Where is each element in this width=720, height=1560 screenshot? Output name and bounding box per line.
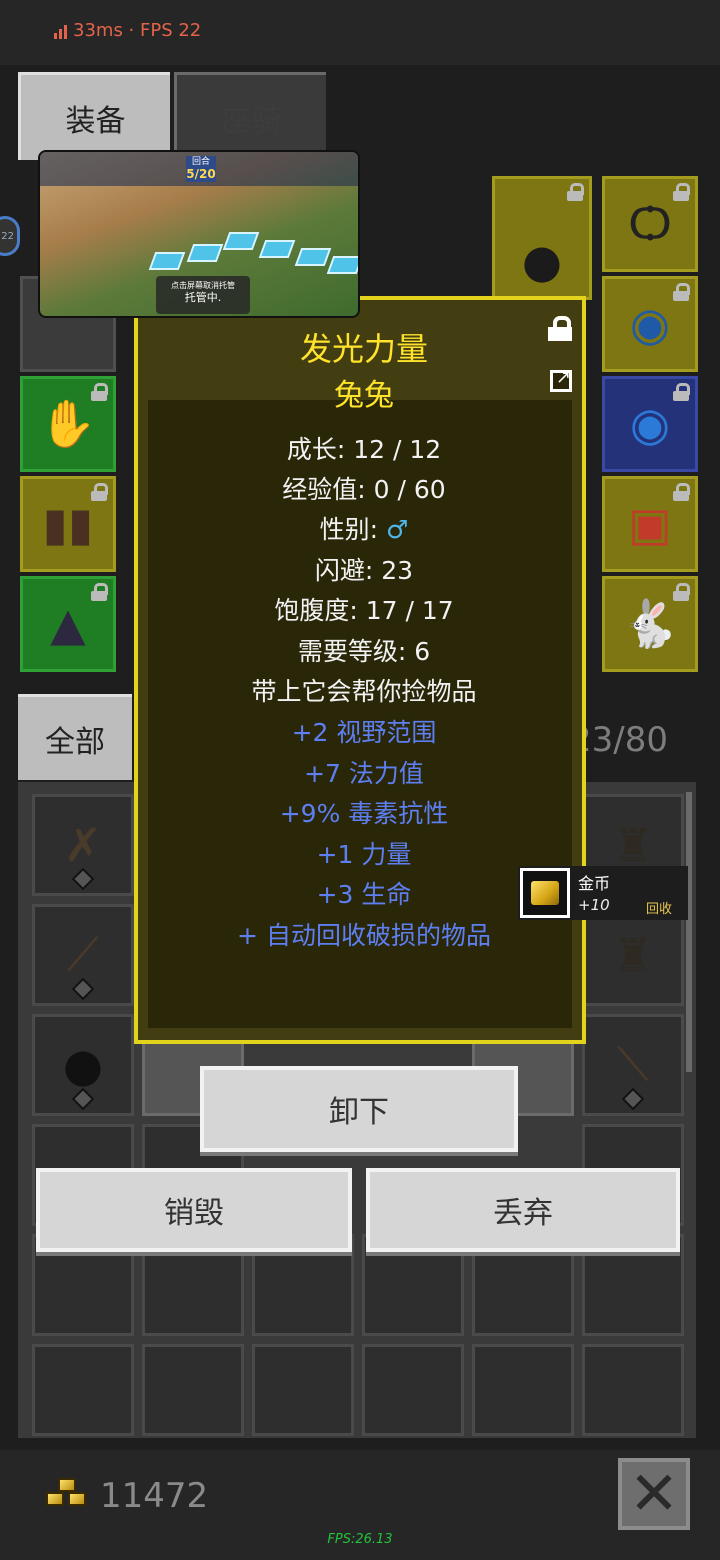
board-tile xyxy=(294,248,332,266)
equip-slot-boots[interactable]: ▮▮ xyxy=(20,476,116,572)
club-icon: ⟋ xyxy=(66,927,100,981)
stat-gender-label: 性别: xyxy=(319,515,386,544)
gloves-icon: ✋ xyxy=(39,396,97,451)
inventory-cell[interactable] xyxy=(472,1344,574,1436)
gold-amount: +10 xyxy=(578,896,610,914)
boots-icon: ▮▮ xyxy=(42,497,94,551)
armor-icon: ♜ xyxy=(612,818,654,872)
filter-all-tab[interactable]: 全部 xyxy=(18,694,132,780)
share-icon[interactable] xyxy=(550,367,572,392)
necklace-icon: Ѻ xyxy=(628,197,672,251)
lock-icon xyxy=(673,283,690,301)
hint-small: 点击屏幕取消托管 xyxy=(171,281,235,290)
equip-slot-helmet[interactable]: ● xyxy=(492,176,592,300)
item-title: 发光力量 xyxy=(299,330,428,368)
gold-reward-popup: 金币 +10 回收 xyxy=(518,866,688,920)
stat-experience: 经验值: 0 / 60 xyxy=(282,475,446,504)
recycle-label[interactable]: 回收 xyxy=(646,898,672,917)
item-tooltip: 发光力量 兔兔 成长: 12 / 12 经验值: 0 / 60 性别: ♂ 闪避… xyxy=(134,296,586,1044)
network-status: 33ms · FPS 22 xyxy=(54,20,201,41)
signal-icon xyxy=(54,23,67,39)
inventory-cell-crossbow[interactable]: ✗ xyxy=(32,794,134,896)
unequip-button[interactable]: 卸下 xyxy=(200,1066,518,1152)
equip-slot-gloves[interactable]: ✋ xyxy=(20,376,116,472)
equip-slot-ring-1[interactable]: ◉ xyxy=(602,276,698,372)
round-label: 回合 xyxy=(191,157,210,167)
sapphire-ring-icon: ◉ xyxy=(629,397,671,451)
stat-description: 带上它会帮你捡物品 xyxy=(251,677,477,706)
close-icon: ✕ xyxy=(628,1459,680,1529)
board-tile xyxy=(326,256,358,274)
inventory-cell[interactable] xyxy=(32,1344,134,1436)
bonus-auto-recycle: + 自动回收破损的物品 xyxy=(237,921,491,950)
video-overlay[interactable]: 回合 5/20 点击屏幕取消托管 托管中. xyxy=(38,150,360,318)
inventory-cell-helmet[interactable]: ● xyxy=(32,1014,134,1116)
inventory-scrollbar[interactable] xyxy=(686,792,692,1072)
fps-counter: FPS:26.13 xyxy=(327,1532,393,1547)
cloak-icon: ▲ xyxy=(50,597,86,651)
stat-required-level: 需要等级: 6 xyxy=(297,637,431,666)
hint-main: 托管中. xyxy=(184,291,222,304)
equip-slot-cloak[interactable]: ▲ xyxy=(20,576,116,672)
stat-dodge: 闪避: 23 xyxy=(314,556,414,585)
lock-icon xyxy=(673,183,690,201)
gold-coins-icon xyxy=(46,1478,90,1512)
ping-fps-text: 33ms · FPS 22 xyxy=(73,20,202,41)
lock-icon xyxy=(673,383,690,401)
lock-icon xyxy=(91,583,108,601)
round-value: 5/20 xyxy=(186,167,216,181)
equip-slot-pet[interactable]: 🐇 xyxy=(602,576,698,672)
inventory-cell[interactable] xyxy=(252,1344,354,1436)
stat-satiety: 饱腹度: 17 / 17 xyxy=(274,596,454,625)
lock-icon xyxy=(567,183,584,201)
board-tile xyxy=(222,232,260,250)
inventory-cell[interactable] xyxy=(362,1344,464,1436)
rabbit-pet-icon: 🐇 xyxy=(621,596,679,651)
close-button[interactable]: ✕ xyxy=(618,1458,690,1530)
tab-mount[interactable]: 座骑 xyxy=(174,72,326,160)
lock-icon xyxy=(91,483,108,501)
video-round-counter: 回合 5/20 xyxy=(186,156,216,182)
tab-equipment[interactable]: 装备 xyxy=(18,72,170,160)
inventory-cell-club[interactable]: ⟋ xyxy=(32,904,134,1006)
helmet-icon: ● xyxy=(521,234,563,288)
gold-total: 11472 xyxy=(100,1476,209,1516)
board-tile xyxy=(148,252,186,270)
board-tile xyxy=(258,240,296,258)
stat-growth: 成长: 12 / 12 xyxy=(286,435,442,464)
gold-coin-icon xyxy=(520,868,570,918)
armor-icon: ♜ xyxy=(612,928,654,982)
helmet-icon: ● xyxy=(62,1038,104,1092)
male-icon: ♂ xyxy=(385,515,409,544)
lock-icon[interactable] xyxy=(548,316,572,342)
auto-play-hint: 点击屏幕取消托管 托管中. xyxy=(156,276,250,314)
bonus-vision: +2 视野范围 xyxy=(291,718,437,747)
board-tile xyxy=(186,244,224,262)
crossbow-icon: ✗ xyxy=(63,818,103,872)
spear-icon: ⟍ xyxy=(616,1037,650,1091)
spellbook-icon: ▣ xyxy=(628,497,672,551)
bonus-poison-resist: +9% 毒素抗性 xyxy=(279,799,449,828)
destroy-button[interactable]: 销毁 xyxy=(36,1168,352,1252)
lock-icon xyxy=(673,483,690,501)
inventory-cell[interactable] xyxy=(142,1344,244,1436)
equip-slot-ring-2[interactable]: ◉ xyxy=(602,376,698,472)
item-name: 兔兔 xyxy=(334,378,394,413)
equip-slot-book[interactable]: ▣ xyxy=(602,476,698,572)
gold-label: 金币 xyxy=(578,874,611,893)
equip-slot-necklace[interactable]: Ѻ xyxy=(602,176,698,272)
floating-badge[interactable]: 22 xyxy=(0,216,20,256)
drop-button[interactable]: 丢弃 xyxy=(366,1168,680,1252)
sapphire-ring-icon: ◉ xyxy=(629,297,671,351)
inventory-cell-spear[interactable]: ⟍ xyxy=(582,1014,684,1116)
bonus-mana: +7 法力值 xyxy=(304,759,424,788)
inventory-cell[interactable] xyxy=(582,1344,684,1436)
stat-gender: 性别: ♂ xyxy=(138,510,590,550)
